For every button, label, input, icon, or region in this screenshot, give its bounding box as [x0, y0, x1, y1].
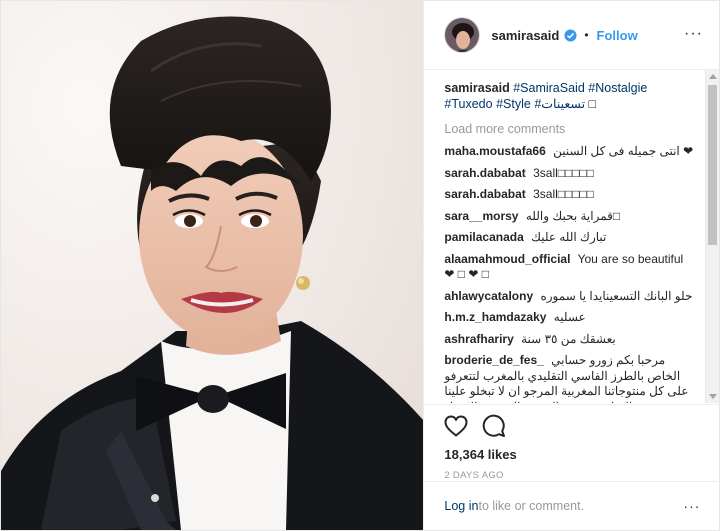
comment-text: بعشقك من ٣٥ سنة — [521, 331, 616, 346]
post-photo[interactable] — [1, 1, 424, 530]
comment-item: h.m.z_hamdazaky عسليه — [444, 310, 696, 326]
action-icons — [444, 413, 704, 439]
instagram-post: samirasaid • Follow ··· samirasaid #Sami… — [0, 0, 720, 531]
comment-text: تبارك الله عليك — [531, 230, 607, 244]
comments-list[interactable]: samirasaid #SamiraSaid #Nostalgie #Tuxed… — [424, 70, 704, 403]
caption-username[interactable]: samirasaid — [444, 81, 509, 95]
likes-count[interactable]: 18,364 likes — [444, 447, 704, 462]
login-link[interactable]: Log in — [444, 499, 478, 513]
comment-username[interactable]: sarah.dababat — [444, 187, 525, 201]
scroll-down-arrow-icon[interactable] — [709, 394, 717, 399]
comment-text: انتى جميله فى كل السنين ❤ — [553, 144, 694, 158]
comment-text: حلو البانك التسعينايدا يا سموره — [540, 288, 693, 303]
header-username[interactable]: samirasaid — [491, 28, 559, 43]
follow-button[interactable]: Follow — [597, 28, 638, 43]
post-actions: 18,364 likes 2 DAYS AGO — [424, 404, 720, 481]
post-caption: samirasaid #SamiraSaid #Nostalgie #Tuxed… — [444, 80, 696, 112]
caption-trailing: □ — [588, 97, 597, 111]
login-prompt: Log in to like or comment. ··· — [424, 481, 720, 530]
load-more-comments-button[interactable]: Load more comments — [444, 122, 696, 136]
comment-username[interactable]: sara__morsy — [444, 209, 518, 223]
heart-icon[interactable] — [444, 415, 468, 437]
comment-username[interactable]: alaamahmoud_official — [444, 252, 570, 266]
comment-item: sarah.dababat 3sall□□□□□ — [444, 187, 696, 203]
comment-username[interactable]: ashrafhariry — [444, 332, 513, 346]
login-prompt-text: to like or comment. — [478, 499, 585, 513]
verified-badge-icon — [564, 28, 577, 42]
comment-text: 3sall□□□□□ — [533, 165, 595, 180]
avatar[interactable] — [444, 17, 481, 53]
comment-text: عسليه — [553, 310, 586, 324]
post-header: samirasaid • Follow — [424, 1, 719, 70]
post-date[interactable]: 2 DAYS AGO — [444, 470, 704, 481]
portrait-image — [1, 1, 424, 530]
comment-username[interactable]: maha.moustafa66 — [444, 144, 545, 158]
comment-username[interactable]: h.m.z_hamdazaky — [444, 310, 546, 324]
comment-icon[interactable] — [482, 414, 506, 438]
comment-username[interactable]: sarah.dababat — [444, 166, 525, 180]
comment-item: ashrafhariry بعشقك من ٣٥ سنة — [444, 332, 696, 348]
comment-item: broderie_de_fes_ مرحبا بكم زورو حسابي ال… — [444, 353, 696, 403]
comment-username[interactable]: ahlawycatalony — [444, 289, 533, 303]
header-separator: • — [584, 28, 589, 42]
scroll-up-arrow-icon[interactable] — [709, 74, 717, 79]
comment-item: ahlawycatalony حلو البانك التسعينايدا يا… — [444, 289, 696, 305]
avatar-image — [445, 18, 480, 52]
hashtag[interactable]: #تسعينات — [534, 97, 585, 111]
hashtag[interactable]: #SamiraSaid — [513, 81, 585, 95]
comment-item: pamilacanada تبارك الله عليك — [444, 230, 696, 246]
more-options-icon[interactable]: ··· — [683, 498, 700, 514]
hashtag[interactable]: #Tuxedo — [444, 97, 492, 111]
hashtag[interactable]: #Style — [496, 97, 531, 111]
comment-item: sara__morsy قمراية بحبك والله□ — [444, 209, 696, 225]
comment-item: alaamahmoud_official You are so beautifu… — [444, 252, 696, 283]
post-sidebar: samirasaid • Follow ··· samirasaid #Sami… — [423, 1, 720, 530]
comments-scrollbar[interactable] — [705, 70, 719, 403]
comment-username[interactable]: pamilacanada — [444, 230, 523, 244]
comment-text: 3sall□□□□□ — [533, 187, 595, 201]
comment-item: maha.moustafa66 انتى جميله فى كل السنين … — [444, 144, 696, 160]
more-options-icon[interactable]: ··· — [684, 25, 703, 43]
comment-item: sarah.dababat 3sall□□□□□ — [444, 166, 696, 182]
comment-text: قمراية بحبك والله□ — [525, 208, 621, 223]
comment-username[interactable]: broderie_de_fes_ — [444, 353, 543, 367]
scrollbar-thumb[interactable] — [708, 85, 717, 245]
hashtag[interactable]: #Nostalgie — [588, 81, 647, 95]
